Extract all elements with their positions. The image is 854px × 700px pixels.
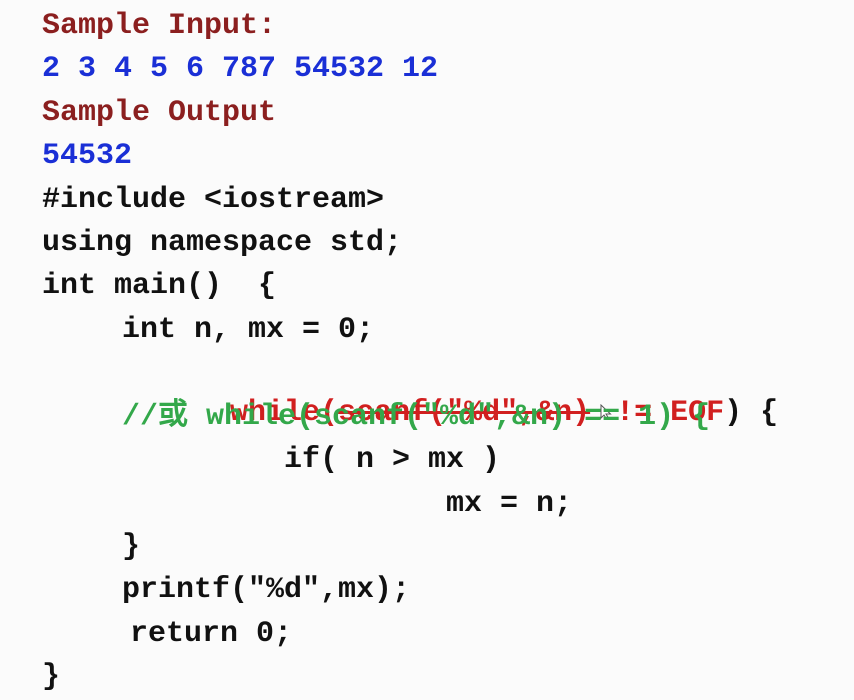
return-line: return 0;: [130, 617, 293, 651]
declaration-line: int n, mx = 0;: [122, 313, 375, 347]
main-close-brace: }: [42, 660, 61, 694]
include-line: #include <iostream>: [42, 183, 385, 217]
while-tail: ) {: [724, 396, 779, 430]
main-open-line: int main() {: [42, 269, 277, 303]
code-slide: Sample Input: 2 3 4 5 6 787 54532 12 Sam…: [0, 0, 854, 700]
assign-line: mx = n;: [446, 487, 573, 521]
if-line: if( n > mx ): [284, 443, 501, 477]
sample-output-value: 54532: [42, 139, 133, 173]
while-line: while(scanf("%d",&n) != EOF) {: [122, 353, 778, 430]
sample-input-label: Sample Input:: [42, 9, 277, 43]
alternative-comment-line: //或 while(scanf("%d",&n) == 1) {: [122, 400, 711, 434]
sample-input-value: 2 3 4 5 6 787 54532 12: [42, 52, 439, 86]
sample-output-label: Sample Output: [42, 96, 277, 130]
while-close-brace: }: [122, 530, 141, 564]
using-line: using namespace std;: [42, 226, 403, 260]
printf-line: printf("%d",mx);: [122, 573, 411, 607]
code-block: Sample Input: 2 3 4 5 6 787 54532 12 Sam…: [0, 0, 854, 700]
